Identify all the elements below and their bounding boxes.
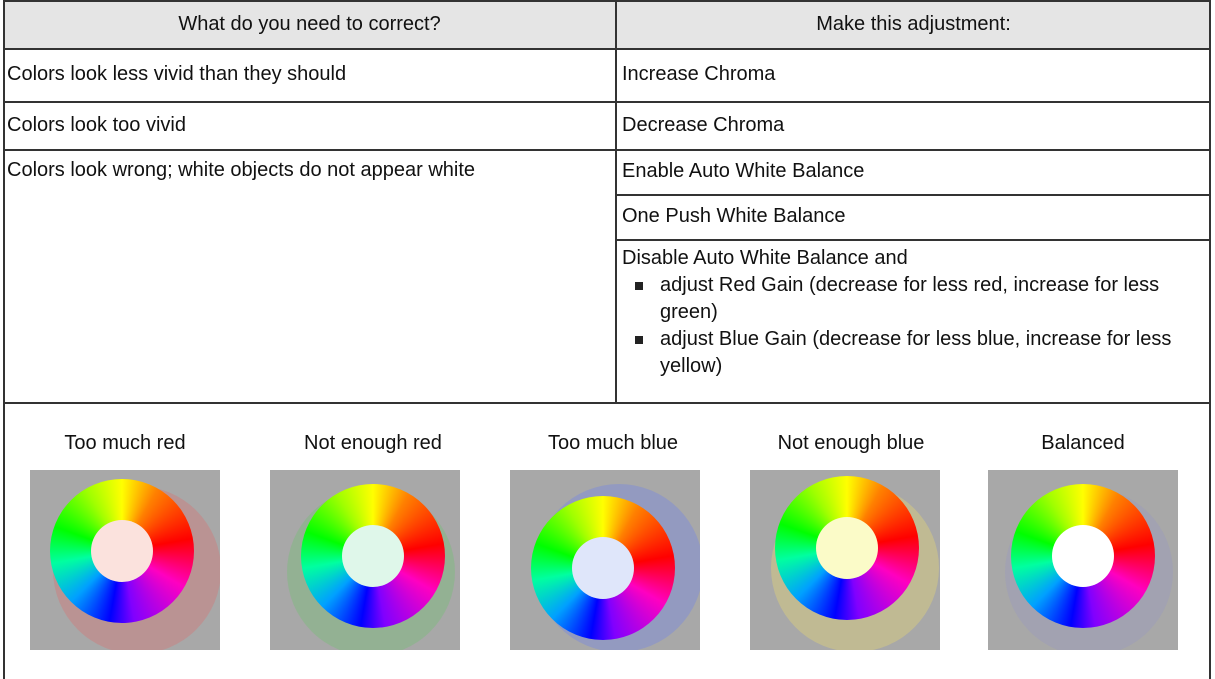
color-wheel-label: Too much blue [547,432,679,454]
table-divider [616,194,1211,196]
bullet-icon [635,282,643,290]
color-wheel-item: Balanced [988,430,1178,650]
color-wheel-image [988,470,1178,650]
list-item: adjust Red Gain (decrease for less red, … [622,272,1191,326]
table-divider [616,239,1211,241]
table-divider [3,149,1211,151]
header-adjustment-text: Make this adjustment: [816,13,1011,35]
problem-text: Colors look less vivid than they should [7,63,347,85]
problem-text: Colors look too vivid [7,114,186,136]
problem-cell-white-balance: Colors look wrong; white objects do not … [3,149,616,402]
adjustment-text: Enable Auto White Balance [622,160,865,182]
table-border-left [3,0,5,679]
adjustment-cell: Enable Auto White Balance [616,149,1211,194]
color-wheel-image [270,470,460,650]
manual-intro: Disable Auto White Balance and [622,247,908,269]
color-wheel-item: Not enough blue [750,430,946,650]
table-border-right [1209,0,1211,679]
list-item-text: adjust Red Gain (decrease for less red, … [660,274,1160,323]
problem-text: Colors look wrong; white objects do not … [7,159,476,181]
adjustment-text: One Push White Balance [622,205,846,227]
column-divider [615,0,617,403]
problem-cell: Colors look less vivid than they should [3,48,616,101]
header-problem-text: What do you need to correct? [178,13,441,35]
adjustment-cell: Increase Chroma [616,48,1211,101]
adjustment-cell-manual: Disable Auto White Balance and adjust Re… [616,239,1211,402]
manual-steps-list: adjust Red Gain (decrease for less red, … [622,272,1191,380]
color-wheel-label: Not enough blue [777,432,925,454]
color-wheel-label: Not enough red [304,432,442,454]
adjustment-text: Decrease Chroma [622,114,785,136]
header-problem: What do you need to correct? [3,0,616,48]
table-divider [3,402,1211,404]
table-border-top [3,0,1211,2]
list-item-text: adjust Blue Gain (decrease for less blue… [660,328,1172,377]
problem-cell: Colors look too vivid [3,101,616,149]
bullet-icon [635,336,643,344]
color-wheel-item: Too much blue [510,430,708,650]
color-wheel-image [510,470,700,650]
list-item: adjust Blue Gain (decrease for less blue… [622,326,1191,380]
adjustment-cell: Decrease Chroma [616,101,1211,149]
color-wheel-image [30,470,220,650]
color-wheel-image [750,470,940,650]
adjustment-cell: One Push White Balance [616,194,1211,239]
table-divider [3,101,1211,103]
color-wheel-label: Balanced [1041,432,1125,454]
table-divider [3,48,1211,50]
header-adjustment: Make this adjustment: [616,0,1211,48]
color-wheel-item: Not enough red [270,430,468,650]
color-wheel-item: Too much red [30,430,220,650]
adjustment-text: Increase Chroma [622,63,776,85]
color-wheel-label: Too much red [64,432,186,454]
